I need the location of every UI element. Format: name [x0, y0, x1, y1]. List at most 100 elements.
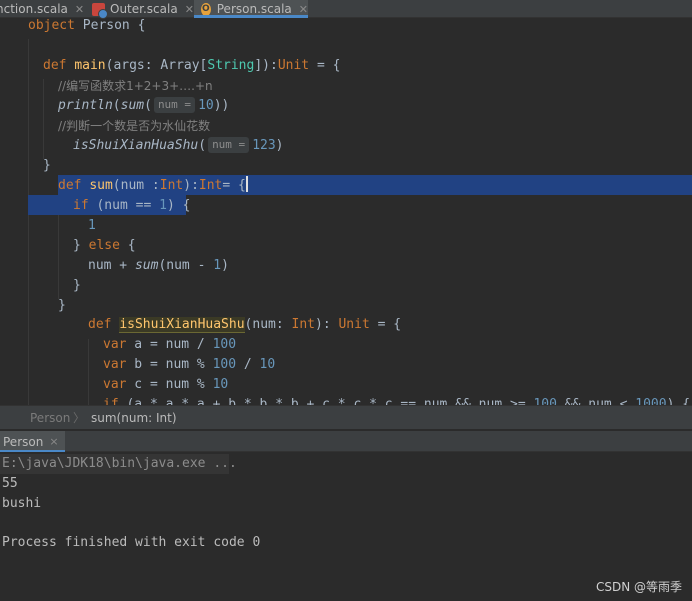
run-console[interactable]: E:\java\JDK18\bin\java.exe ... 55 bushi …: [0, 452, 692, 601]
number-literal: 1000: [635, 397, 667, 405]
type-name: Unit: [338, 317, 370, 332]
code-editor[interactable]: object Person { def main(args: Array[Str…: [0, 19, 692, 405]
code-text: = {: [309, 58, 341, 73]
console-command[interactable]: E:\java\JDK18\bin\java.exe ...: [2, 454, 237, 474]
code-comment: //编写函数求1+2+3+….+n: [58, 79, 213, 93]
run-tab-person[interactable]: Person ×: [0, 431, 65, 452]
indent-guide: [88, 339, 89, 405]
code-line-19: var c = num % 10: [103, 375, 228, 395]
number-literal: 1: [213, 258, 222, 273]
code-text: {: [119, 238, 136, 253]
keyword: var: [103, 357, 127, 372]
keyword: if: [73, 198, 89, 213]
code-text: ) {: [666, 397, 691, 405]
close-icon[interactable]: ×: [49, 435, 58, 448]
scala-object-icon: O: [201, 2, 211, 16]
keyword: else: [88, 238, 120, 253]
code-text: (args: Array[: [105, 58, 208, 73]
code-text: (: [112, 98, 121, 113]
run-tab-label: Person: [3, 434, 44, 449]
parameter-hint: num =: [208, 137, 250, 153]
keyword: if: [103, 397, 119, 405]
code-line-9: def sum(num :Int):Int= {: [58, 176, 248, 196]
code-text: ) {: [166, 198, 191, 213]
breadcrumb-item-person[interactable]: Person: [30, 406, 70, 430]
function-call: sum: [134, 258, 159, 273]
watermark: CSDN @等雨季: [595, 580, 682, 594]
number-literal: 10: [259, 357, 276, 372]
code-text: ): [275, 138, 284, 153]
editor-tab-bar: nction.scala ✕ Outer.scala ✕ O Person.sc…: [0, 0, 692, 19]
code-line-12: } else {: [73, 236, 136, 256]
code-text: (: [144, 98, 152, 113]
keyword: def: [43, 58, 67, 73]
code-line-16: def isShuiXianHuaShu(num: Int): Unit = {: [88, 315, 401, 335]
code-text: && num <: [556, 397, 636, 405]
number-literal: 10: [212, 377, 229, 392]
code-text: num +: [88, 258, 135, 273]
type-name: Int: [159, 178, 184, 193]
code-line-7: isShuiXianHuaShu(num = 123): [73, 136, 284, 156]
code-line-13: num + sum(num - 1): [88, 256, 229, 276]
code-line-8: }: [43, 158, 51, 173]
code-text: }: [73, 238, 89, 253]
code-text: (num -: [158, 258, 214, 273]
code-line-17: var a = num / 100: [103, 335, 236, 355]
number-literal: 123: [252, 138, 276, 153]
code-line-18: var b = num % 100 / 10: [103, 355, 275, 375]
code-text: c = num %: [126, 377, 213, 392]
close-icon[interactable]: ✕: [299, 3, 308, 16]
code-text: (num ==: [88, 198, 160, 213]
code-text: (num :: [112, 178, 160, 193]
tab-label: Person.scala: [216, 2, 292, 16]
code-line-5: println(sum(num = 10)): [58, 96, 229, 116]
function-name: sum: [89, 178, 113, 193]
number-literal: 10: [198, 98, 214, 113]
code-text: Person {: [74, 19, 146, 33]
number-literal: 100: [212, 357, 237, 372]
breadcrumb: Person 〉 sum(num: Int): [0, 405, 692, 429]
number-literal: 100: [212, 337, 237, 352]
keyword: def: [88, 317, 112, 332]
tab-person-scala[interactable]: O Person.scala ✕: [194, 0, 308, 18]
tab-label: Outer.scala: [110, 2, 178, 16]
parameter-hint: num =: [153, 97, 196, 113]
tab-outer-scala[interactable]: Outer.scala ✕: [92, 0, 194, 19]
code-comment: //判断一个数是否为水仙花数: [58, 119, 211, 133]
code-text: b = num %: [126, 357, 213, 372]
code-text: a = num /: [126, 337, 213, 352]
indent-guide: [43, 79, 44, 159]
function-call: isShuiXianHuaShu: [73, 138, 199, 153]
console-output-line: 55: [2, 476, 18, 491]
number-literal: 1: [159, 198, 167, 213]
tab-label: nction.scala: [0, 2, 68, 16]
console-output-line: bushi: [2, 496, 42, 511]
text-caret: [245, 176, 248, 192]
code-text: )): [213, 98, 230, 113]
code-text: (num:: [244, 317, 292, 332]
code-text: ):: [183, 178, 199, 193]
number-literal: 1: [88, 218, 96, 233]
function-call: println: [58, 98, 113, 113]
close-icon[interactable]: ✕: [185, 3, 194, 16]
code-text: /: [236, 357, 260, 372]
code-line-3: def main(args: Array[String]):Unit = {: [43, 56, 340, 76]
code-text: ): [221, 258, 229, 273]
indent-guide: [28, 39, 29, 405]
breadcrumb-item-sum[interactable]: sum(num: Int): [91, 406, 177, 430]
function-name: main: [74, 58, 106, 73]
keyword: var: [103, 337, 127, 352]
code-text: (a * a * a + b * b * b + c * c * c == nu…: [118, 397, 534, 405]
code-line-10: if (num == 1) {: [73, 196, 190, 216]
code-text: = {: [222, 178, 246, 193]
tab-function-scala[interactable]: nction.scala ✕: [0, 0, 84, 18]
breadcrumb-separator: 〉: [73, 411, 86, 425]
code-text: ):: [315, 317, 339, 332]
type-name: Int: [198, 178, 223, 193]
close-icon[interactable]: ✕: [75, 3, 84, 16]
code-text: ]):: [254, 58, 278, 73]
type-name: Unit: [277, 58, 310, 73]
run-tab-bar: Person ×: [0, 431, 692, 452]
console-output-line: Process finished with exit code 0: [2, 535, 261, 550]
scala-file-icon: [92, 2, 108, 19]
